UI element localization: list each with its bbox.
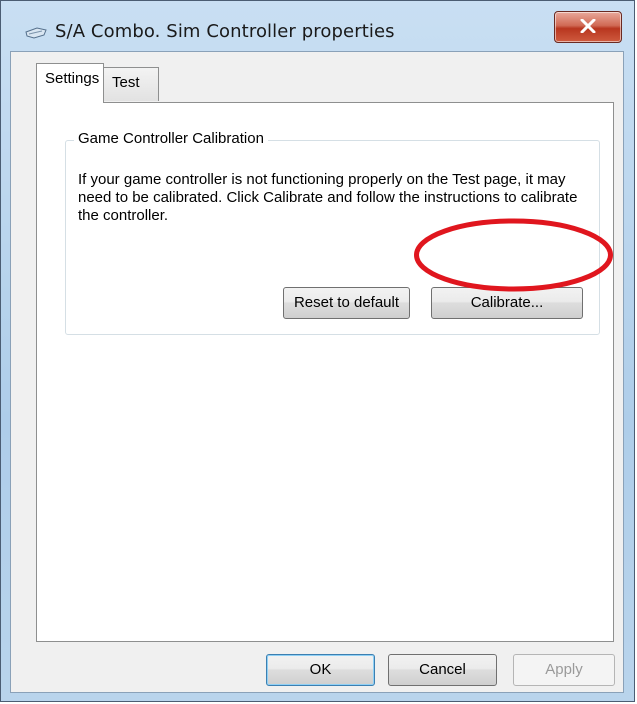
- group-title: Game Controller Calibration: [74, 130, 268, 147]
- calibration-description: If your game controller is not functioni…: [78, 171, 578, 224]
- game-controller-icon: [25, 25, 47, 41]
- close-icon: [580, 19, 596, 33]
- title-bar[interactable]: S/A Combo. Sim Controller properties: [1, 1, 634, 51]
- ok-button[interactable]: OK: [266, 654, 375, 686]
- window-title: S/A Combo. Sim Controller properties: [55, 21, 395, 42]
- tab-test[interactable]: Test: [103, 67, 159, 101]
- apply-button[interactable]: Apply: [513, 654, 615, 686]
- dialog-client-area: Test Settings Game Controller Calibratio…: [10, 51, 624, 693]
- calibrate-button[interactable]: Calibrate...: [431, 287, 583, 319]
- tab-test-label: Test: [112, 74, 140, 91]
- close-button[interactable]: [554, 11, 622, 43]
- tab-settings-label: Settings: [45, 70, 100, 87]
- cancel-button[interactable]: Cancel: [388, 654, 497, 686]
- properties-window: S/A Combo. Sim Controller properties Tes…: [0, 0, 635, 702]
- settings-panel: Game Controller Calibration If your game…: [36, 102, 614, 642]
- tab-settings[interactable]: Settings: [36, 63, 104, 103]
- reset-to-default-button[interactable]: Reset to default: [283, 287, 410, 319]
